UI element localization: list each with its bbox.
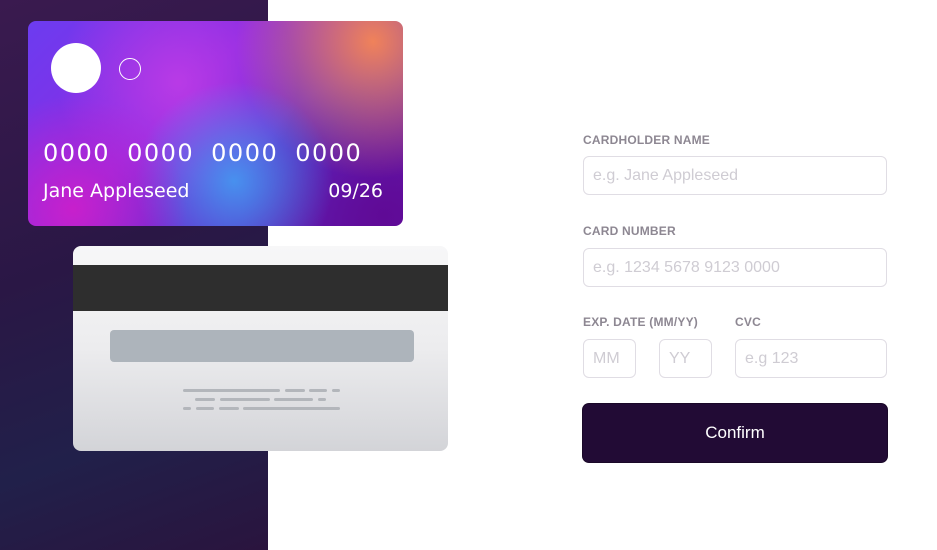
card-number-group-4: 0000 xyxy=(295,139,363,167)
card-number-group-1: 0000 xyxy=(43,139,111,167)
fine-print-line xyxy=(219,407,239,410)
card-logo-filled-circle-icon xyxy=(51,43,101,93)
card-number-input[interactable] xyxy=(583,248,887,287)
expiry-year-input[interactable] xyxy=(659,339,712,378)
card-holder-name-display: Jane Appleseed xyxy=(43,180,190,202)
card-number-group-2: 0000 xyxy=(127,139,195,167)
fine-print-line xyxy=(332,389,340,392)
card-number-display: 0000 0000 0000 0000 xyxy=(43,139,362,167)
card-number-group-3: 0000 xyxy=(211,139,279,167)
expiry-month-input[interactable] xyxy=(583,339,636,378)
card-front: 0000 0000 0000 0000 Jane Appleseed 09/26 xyxy=(28,21,403,226)
cvc-label: CVC xyxy=(735,315,761,329)
card-expiry-display: 09/26 xyxy=(328,180,383,202)
card-number-label: CARD NUMBER xyxy=(583,224,676,238)
card-logo-outline-circle-icon xyxy=(119,58,141,80)
page: 0000 0000 0000 0000 Jane Appleseed 09/26 xyxy=(0,0,937,550)
fine-print-line xyxy=(183,389,280,392)
cardholder-name-input[interactable] xyxy=(583,156,887,195)
cvc-input[interactable] xyxy=(735,339,887,378)
fine-print-line xyxy=(195,398,215,401)
fine-print-line xyxy=(220,398,270,401)
card-back-fine-print xyxy=(73,246,448,451)
confirm-button[interactable]: Confirm xyxy=(583,404,887,462)
fine-print-line xyxy=(243,407,340,410)
fine-print-line xyxy=(318,398,326,401)
expiry-date-label: EXP. DATE (MM/YY) xyxy=(583,315,698,329)
fine-print-line xyxy=(285,389,305,392)
card-back xyxy=(73,246,448,451)
fine-print-line xyxy=(183,407,191,410)
fine-print-line xyxy=(196,407,214,410)
cardholder-name-label: CARDHOLDER NAME xyxy=(583,133,710,147)
fine-print-line xyxy=(309,389,327,392)
fine-print-line xyxy=(274,398,313,401)
